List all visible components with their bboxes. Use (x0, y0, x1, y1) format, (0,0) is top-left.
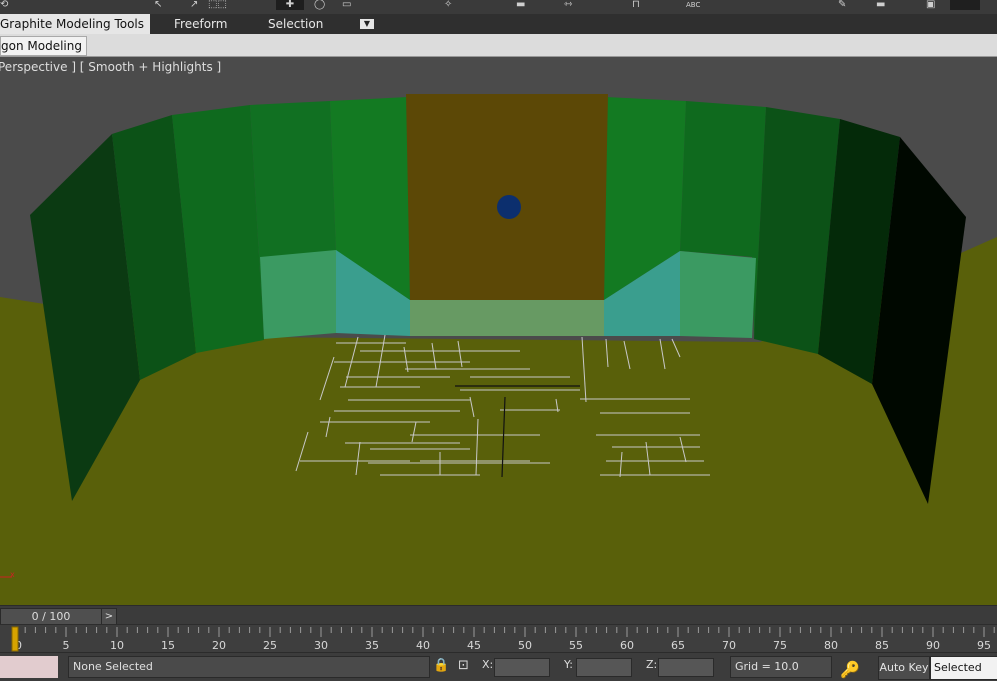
svg-text:x: x (10, 570, 15, 579)
perspective-viewport[interactable]: x Perspective ] [ Smooth + Highlights ] (0, 57, 997, 605)
ruler-label: 65 (671, 639, 685, 652)
ribbon-dropdown-icon[interactable]: ▼ (360, 19, 374, 29)
tab-freeform[interactable]: Freeform (174, 14, 227, 34)
ruler-label: 95 (977, 639, 991, 652)
ribbon-panel-bar: gon Modeling (0, 34, 997, 57)
time-slider[interactable]: 0 / 100 > (0, 605, 997, 625)
rotate-tool-icon[interactable]: ◯ (314, 0, 325, 10)
x-coord-field[interactable] (494, 658, 550, 677)
set-key-icon[interactable]: 🔑 (840, 660, 860, 679)
undo-icon[interactable]: ⟲ (0, 0, 8, 10)
ruler-label: 55 (569, 639, 583, 652)
absolute-mode-icon[interactable]: ⊡ (458, 658, 469, 673)
tab-label: Graphite Modeling Tools (0, 17, 145, 31)
select-move-icon[interactable]: ↗ (190, 0, 198, 10)
ruler-label: 15 (161, 639, 175, 652)
ruler-label: 35 (365, 639, 379, 652)
schematic-icon[interactable]: ▬ (876, 0, 885, 10)
ruler-label: 85 (875, 639, 889, 652)
ruler-ticks (14, 627, 995, 637)
abc-text[interactable]: ABC (686, 0, 700, 10)
render-frame-icon[interactable] (950, 0, 980, 10)
x-coord-label: X: (482, 658, 494, 671)
ruler-label: 50 (518, 639, 532, 652)
tab-graphite-modeling-tools[interactable]: Graphite Modeling Tools (0, 14, 150, 34)
align-icon[interactable]: ⊓ (632, 0, 640, 10)
angle-snap-icon[interactable]: ▬ (516, 0, 525, 10)
viewport-label[interactable]: Perspective ] [ Smooth + Highlights ] (0, 60, 221, 74)
tab-selection[interactable]: Selection (268, 14, 323, 34)
ruler-label: 75 (773, 639, 787, 652)
ruler-label: 20 (212, 639, 226, 652)
selection-status: None Selected (68, 656, 430, 678)
tab-label: Selection (268, 17, 324, 31)
region-select-icon[interactable]: ⬚⬚ (208, 0, 227, 10)
ribbon-tab-bar: Graphite Modeling Tools Freeform Selecti… (0, 14, 997, 34)
ruler-label: 60 (620, 639, 634, 652)
timeline-ruler[interactable]: 05101520253035404550556065707580859095 (0, 625, 997, 653)
time-slider-handle[interactable] (11, 626, 19, 652)
render-setup-icon[interactable]: ▣ (926, 0, 935, 10)
ruler-label: 45 (467, 639, 481, 652)
move-tool-icon[interactable]: ✚ (276, 0, 304, 10)
ruler-label: 80 (824, 639, 838, 652)
z-coord-field[interactable] (658, 658, 714, 677)
ruler-label: 70 (722, 639, 736, 652)
main-toolbar: ⟲ ↖ ↗ ⬚⬚ ✚ ◯ ▭ ✧ ▬ ⇿ ⊓ ABC ✎ ▬ ▣ (0, 0, 997, 15)
blue-sphere[interactable] (497, 195, 521, 219)
next-frame-button[interactable]: > (101, 608, 117, 625)
ruler-label: 10 (110, 639, 124, 652)
ruler-label: 5 (63, 639, 70, 652)
maxscript-listener-mini[interactable] (0, 656, 58, 678)
lock-icon[interactable]: 🔒 (433, 658, 449, 673)
stage-block-left[interactable] (260, 250, 336, 339)
tab-label: Freeform (174, 17, 228, 31)
frame-counter[interactable]: 0 / 100 (0, 608, 102, 625)
auto-key-button[interactable]: Auto Key (878, 656, 930, 680)
y-coord-field[interactable] (576, 658, 632, 677)
y-coord-label: Y: (564, 658, 573, 671)
ruler-label: 25 (263, 639, 277, 652)
ruler-label: 30 (314, 639, 328, 652)
curve-editor-icon[interactable]: ✎ (838, 0, 846, 10)
select-arrow-icon[interactable]: ↖ (154, 0, 162, 10)
z-coord-label: Z: (646, 658, 658, 671)
key-mode-dropdown[interactable]: Selected (930, 656, 997, 680)
ruler-label: 90 (926, 639, 940, 652)
grid-size-readout: Grid = 10.0 (730, 656, 832, 678)
stage-block-right[interactable] (680, 251, 756, 338)
track-bar[interactable]: 05101520253035404550556065707580859095 (0, 624, 997, 653)
ruler-label: 40 (416, 639, 430, 652)
ruler-labels: 05101520253035404550556065707580859095 (15, 639, 991, 652)
polygon-modeling-button[interactable]: gon Modeling (0, 36, 87, 56)
snap-icon[interactable]: ✧ (444, 0, 452, 10)
stage-front[interactable] (410, 300, 604, 336)
scale-tool-icon[interactable]: ▭ (342, 0, 351, 10)
status-bar: None Selected 🔒 ⊡ X: Y: Z: Grid = 10.0 🔑… (0, 652, 997, 681)
viewport-scene[interactable]: x (0, 57, 997, 605)
mirror-icon[interactable]: ⇿ (564, 0, 572, 10)
